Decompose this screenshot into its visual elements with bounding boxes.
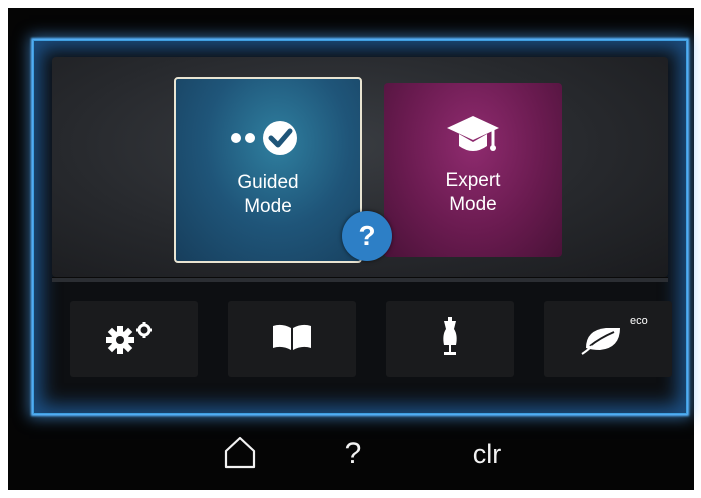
settings-button[interactable] xyxy=(70,301,198,377)
home-icon xyxy=(222,434,258,475)
eco-mode-button[interactable]: eco xyxy=(544,301,672,377)
expert-mode-label-line2: Mode xyxy=(449,194,497,215)
guided-mode-label-line2: Mode xyxy=(244,196,292,217)
home-button[interactable] xyxy=(218,432,262,476)
dress-form-icon xyxy=(438,316,462,362)
settings-gears-icon xyxy=(104,320,164,359)
tutorial-button[interactable] xyxy=(228,301,356,377)
help-button[interactable]: ? xyxy=(342,211,392,261)
nav-help-button[interactable]: ? xyxy=(338,432,368,476)
clear-button[interactable]: clr xyxy=(464,432,510,476)
eco-badge-label: eco xyxy=(630,315,648,327)
guided-mode-label-line1: Guided xyxy=(237,172,299,193)
bottom-nav-bar: ? clr xyxy=(8,428,694,484)
tutorial-book-icon xyxy=(270,322,314,357)
expert-mode-label-line1: Expert xyxy=(445,170,501,191)
eco-leaf-icon xyxy=(580,318,636,361)
mode-selection-panel: Guided Mode Expert Mode ? xyxy=(52,57,668,277)
touch-screen: Guided Mode Expert Mode ? eco xyxy=(33,40,687,414)
creative-consultant-button[interactable] xyxy=(386,301,514,377)
device-frame: Guided Mode Expert Mode ? eco ? clr xyxy=(8,8,694,490)
guided-mode-button[interactable]: Guided Mode xyxy=(174,77,362,263)
panel-divider xyxy=(52,277,668,282)
graduation-cap-icon xyxy=(445,113,501,159)
guided-mode-icon xyxy=(228,115,308,161)
function-buttons-row: eco xyxy=(52,295,672,381)
expert-mode-button[interactable]: Expert Mode xyxy=(384,83,562,257)
